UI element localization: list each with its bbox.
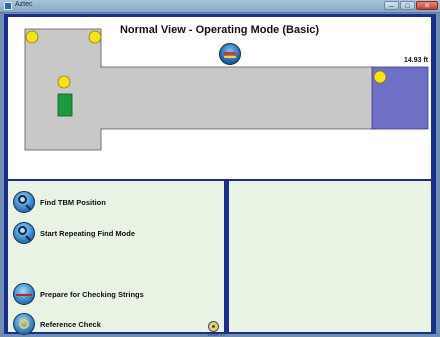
page-title: Normal View - Operating Mode (Basic) (119, 24, 320, 36)
plan-view-panel: Normal View - Operating Mode (Basic) 14.… (8, 17, 431, 179)
reference-check-button[interactable]: Reference Check (13, 313, 218, 337)
zone-marker[interactable] (373, 70, 387, 84)
close-button[interactable]: ✕ (416, 1, 438, 10)
search-icon (13, 222, 35, 244)
action-label: Prepare for Checking Strings (40, 290, 144, 299)
maximize-button[interactable]: □ (400, 1, 415, 10)
operating-mode-icon[interactable] (219, 43, 241, 65)
version-icon[interactable] (208, 321, 219, 332)
find-tbm-position-button[interactable]: Find TBM Position (13, 191, 218, 215)
app-icon (4, 2, 12, 10)
search-icon (13, 191, 35, 213)
detail-panel (229, 181, 431, 332)
position-marker[interactable] (57, 75, 71, 89)
distance-readout: 14.93 ft (404, 57, 429, 64)
app-frame: Normal View - Operating Mode (Basic) 14.… (4, 14, 436, 337)
start-repeating-find-mode-button[interactable]: Start Repeating Find Mode (13, 222, 218, 246)
title-bar: Aztec – □ ✕ (0, 0, 440, 13)
reference-icon (13, 313, 35, 335)
version-label: Version 3.0 (207, 333, 225, 337)
string-check-icon (13, 283, 35, 305)
window-title: Aztec (15, 1, 33, 8)
actions-panel: Find TBM Position Start Repeating Find M… (8, 181, 225, 337)
action-label: Start Repeating Find Mode (40, 229, 136, 238)
tbm-marker[interactable] (57, 93, 73, 117)
action-label: Reference Check (40, 320, 101, 329)
action-label: Find TBM Position (40, 198, 106, 207)
site-plan[interactable] (8, 17, 431, 179)
site-footprint (24, 28, 376, 151)
minimize-button[interactable]: – (384, 1, 399, 10)
prepare-for-checking-strings-button[interactable]: Prepare for Checking Strings (13, 283, 218, 307)
